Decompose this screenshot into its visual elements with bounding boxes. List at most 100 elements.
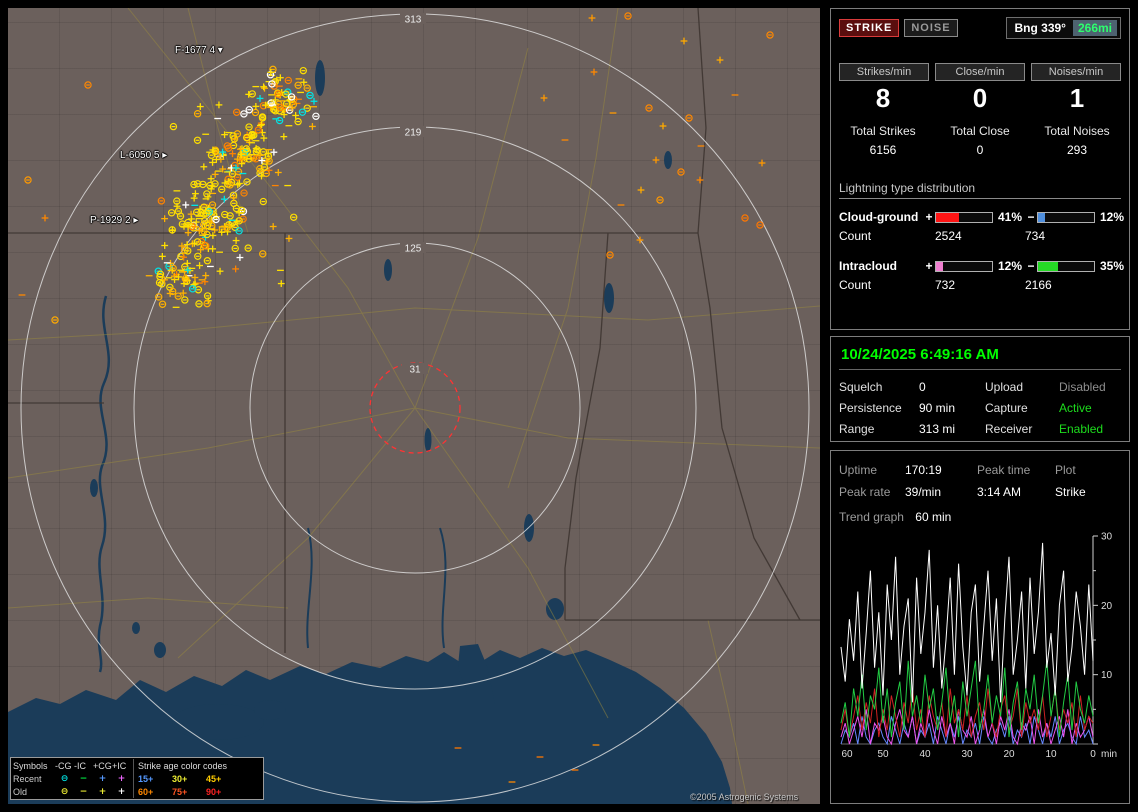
- total-strikes-label: Total Strikes: [850, 124, 916, 138]
- strike-button[interactable]: STRIKE: [839, 19, 900, 37]
- cg-positive-count: 2524: [935, 229, 962, 243]
- panel-session: Uptime 170:19 Peak time Plot Peak rate 3…: [830, 450, 1130, 804]
- squelch-value: 0: [919, 380, 926, 394]
- ic-negative-pct: 35%: [1100, 259, 1125, 273]
- svg-text:10: 10: [1045, 749, 1057, 760]
- upload-label: Upload: [985, 380, 1024, 394]
- ic-negative-bar: [1037, 260, 1095, 272]
- session-grid: Uptime 170:19 Peak time Plot Peak rate 3…: [839, 463, 1121, 499]
- age-60: 60+: [138, 786, 154, 797]
- distance-badge: 266mi: [1072, 20, 1117, 36]
- total-noises-label: Total Noises: [1044, 124, 1110, 138]
- plus-sign: +: [925, 210, 933, 224]
- cloud-ground-label: Cloud-ground: [839, 210, 919, 224]
- trend-graph-window: 60 min: [915, 510, 952, 524]
- age-75: 75+: [172, 786, 188, 797]
- svg-text:313: 313: [405, 15, 422, 26]
- peak-rate-value: 39/min: [905, 485, 942, 499]
- svg-text:min: min: [1101, 749, 1117, 760]
- bearing-value: Bng 339°: [1014, 21, 1066, 35]
- minus-sign: −: [1027, 210, 1035, 224]
- status-grid: Squelch 0 Upload Disabled Persistence 90…: [839, 380, 1121, 436]
- bearing-readout: Bng 339° 266mi: [1006, 17, 1121, 39]
- cg-negative-count: 734: [1025, 229, 1046, 243]
- strikes-per-min-value: 8: [875, 83, 891, 113]
- divider: [839, 198, 1121, 199]
- map-legend: Symbols -CG -IC +CG +IC Recent ⊖ − + + O…: [10, 757, 264, 800]
- count-label: Count: [839, 229, 872, 243]
- capture-label: Capture: [985, 401, 1028, 415]
- svg-text:20: 20: [1101, 601, 1113, 612]
- old-pos-cg-icon: +: [98, 786, 107, 797]
- receiver-label: Receiver: [985, 422, 1033, 436]
- map-canvas[interactable]: 313 219 125 31 Symbols -CG -IC +CG +IC Rece…: [8, 8, 820, 804]
- age-15: 15+: [138, 773, 154, 784]
- intracloud-label: Intracloud: [839, 259, 898, 273]
- panel-status: 10/24/2025 6:49:16 AM Squelch 0 Upload D…: [830, 336, 1130, 442]
- old-neg-ic-icon: −: [79, 786, 88, 797]
- trend-graph: 30 20 10 60 50 40 30 20 10 0 min: [840, 532, 1117, 760]
- ic-positive-pct: 12%: [998, 259, 1023, 273]
- persistence-value: 90 min: [919, 401, 956, 415]
- old-pos-ic-icon: +: [117, 786, 126, 797]
- noises-per-min-header[interactable]: Noises/min: [1031, 63, 1121, 81]
- close-per-min-value: 0: [972, 83, 988, 113]
- svg-text:30: 30: [1101, 532, 1113, 543]
- uptime-label: Uptime: [839, 463, 878, 477]
- close-per-min-header[interactable]: Close/min: [935, 63, 1025, 81]
- state-borders: [8, 8, 820, 653]
- legend-row-recent: Recent: [13, 773, 42, 784]
- svg-text:31: 31: [409, 365, 421, 376]
- ic-negative-count: 2166: [1025, 278, 1052, 292]
- squelch-label: Squelch: [839, 380, 883, 394]
- range-value: 313 mi: [919, 422, 956, 436]
- app-window: 313 219 125 31 Symbols -CG -IC +CG +IC Rece…: [0, 0, 1138, 812]
- plot-value: Strike: [1055, 485, 1086, 499]
- total-close-label: Total Close: [950, 124, 1010, 138]
- intracloud-count-row: Count 732 2166: [839, 276, 1121, 294]
- trend-graph-label: Trend graph: [839, 510, 904, 524]
- copyright-text: ©2005 Astrogenic Systems: [690, 792, 799, 802]
- recent-pos-ic-icon: +: [117, 773, 126, 784]
- age-45: 45+: [206, 773, 222, 784]
- peak-time-value: 3:14 AM: [977, 485, 1022, 499]
- cloud-ground-row: Cloud-ground + 41% − 12%: [839, 207, 1125, 227]
- distribution-title: Lightning type distribution: [839, 181, 976, 195]
- noises-per-min-value: 1: [1069, 83, 1085, 113]
- strikes-per-min-header[interactable]: Strikes/min: [839, 63, 929, 81]
- strike-age-header: Strike age color codes: [138, 760, 228, 771]
- peak-time-label: Peak time: [977, 463, 1031, 477]
- count-label: Count: [839, 278, 872, 292]
- legend-col-pos-ic: +IC: [112, 760, 127, 771]
- legend-symbols-header: Symbols: [13, 760, 48, 771]
- legend-col-neg-ic: -IC: [74, 760, 86, 771]
- noise-button[interactable]: NOISE: [904, 19, 958, 37]
- minus-sign: −: [1027, 259, 1035, 273]
- age-30: 30+: [172, 773, 188, 784]
- ic-positive-bar: [935, 260, 993, 272]
- legend-col-pos-cg: +CG: [93, 760, 112, 771]
- toolbar: STRIKE NOISE Bng 339° 266mi: [839, 17, 1121, 39]
- old-neg-cg-icon: ⊖: [60, 786, 69, 797]
- intracloud-row: Intracloud + 12% − 35%: [839, 256, 1125, 276]
- range-label: Range: [839, 422, 875, 436]
- peak-rate-label: Peak rate: [839, 485, 891, 499]
- svg-text:125: 125: [405, 244, 422, 255]
- storm-cell-label: F-1677 4 ▾: [175, 45, 223, 56]
- svg-text:30: 30: [961, 749, 973, 760]
- cg-positive-bar: [935, 211, 993, 223]
- plus-sign: +: [925, 259, 933, 273]
- svg-text:20: 20: [1003, 749, 1015, 760]
- capture-status: Active: [1059, 401, 1092, 415]
- total-noises-value: 293: [1066, 143, 1088, 157]
- age-90: 90+: [206, 786, 222, 797]
- ring-labels-layer: 313 219 125 31: [400, 13, 428, 376]
- cg-negative-pct: 12%: [1100, 210, 1125, 224]
- receiver-status: Enabled: [1059, 422, 1104, 436]
- total-close-value: 0: [976, 143, 984, 157]
- svg-text:10: 10: [1101, 670, 1113, 681]
- recent-neg-ic-icon: −: [79, 773, 88, 784]
- cloud-ground-count-row: Count 2524 734: [839, 227, 1121, 245]
- persistence-label: Persistence: [839, 401, 902, 415]
- legend-row-old: Old: [13, 786, 28, 797]
